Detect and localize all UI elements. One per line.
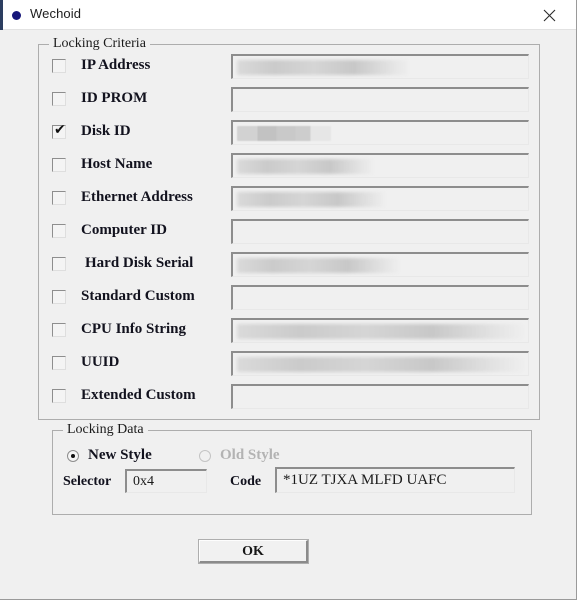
checkbox-ethernet-address[interactable]: [52, 191, 66, 205]
radio-old-style-indicator: [199, 449, 211, 462]
criteria-label: Standard Custom: [81, 288, 195, 304]
criteria-label: Hard Disk Serial: [85, 255, 194, 271]
locking-data-group: Locking Data New Style Old Style Selecto…: [52, 422, 532, 515]
criteria-value-input[interactable]: [231, 351, 529, 376]
redacted-value: [237, 324, 524, 339]
blue-dot-icon: [12, 11, 21, 20]
code-label: Code: [230, 474, 262, 489]
criteria-label: Host Name: [81, 156, 153, 172]
criteria-value-input[interactable]: [231, 318, 529, 343]
code-input[interactable]: *1UZ TJXA MLFD UAFC: [275, 467, 515, 493]
criteria-row: IP Address: [39, 54, 539, 80]
criteria-label: IP Address: [81, 57, 151, 73]
criteria-value-input[interactable]: [231, 120, 529, 145]
checkbox-hard-disk-serial[interactable]: [52, 257, 66, 271]
criteria-row: UUID: [39, 351, 539, 377]
criteria-row: Ethernet Address: [39, 186, 539, 212]
criteria-label: Extended Custom: [81, 387, 196, 403]
criteria-value-input[interactable]: [231, 87, 529, 112]
criteria-value-input[interactable]: [231, 252, 529, 277]
criteria-row: Computer ID: [39, 219, 539, 245]
checkbox-disk-id[interactable]: ✔: [52, 122, 66, 139]
criteria-value-input[interactable]: [231, 285, 529, 310]
criteria-row: Host Name: [39, 153, 539, 179]
checkbox-cpu-info-string[interactable]: [52, 323, 66, 337]
redacted-value: [237, 60, 409, 75]
window-accent-bar: [0, 0, 3, 30]
criteria-value-input[interactable]: [231, 186, 529, 211]
radio-new-style-indicator: [67, 449, 79, 462]
checkbox-host-name[interactable]: [52, 158, 66, 172]
criteria-value-input[interactable]: [231, 153, 529, 178]
locking-data-title: Locking Data: [63, 422, 148, 438]
locking-criteria-group: Locking Criteria IP Address ID PROM ✔ Disk …: [38, 36, 540, 420]
wechoid-window: Wechoid Locking Criteria IP Address ID PR…: [0, 0, 577, 600]
window-title: Wechoid: [30, 6, 82, 21]
selector-label: Selector: [63, 474, 112, 489]
checkbox-extended-custom[interactable]: [52, 389, 66, 403]
ok-button[interactable]: OK: [198, 539, 309, 564]
criteria-label: Disk ID: [81, 123, 131, 139]
criteria-value-input[interactable]: [231, 219, 529, 244]
criteria-label: UUID: [81, 354, 120, 370]
criteria-row: ID PROM: [39, 87, 539, 113]
criteria-value-input[interactable]: [231, 384, 529, 409]
redacted-value: [237, 258, 400, 273]
criteria-value-input[interactable]: [231, 54, 529, 79]
redacted-value: [237, 126, 332, 141]
close-icon[interactable]: [529, 0, 569, 30]
redacted-value: [237, 192, 385, 207]
criteria-row: Hard Disk Serial: [39, 252, 539, 278]
checkbox-ip-address[interactable]: [52, 59, 66, 73]
checkbox-uuid[interactable]: [52, 356, 66, 370]
criteria-label: CPU Info String: [81, 321, 187, 337]
checkbox-standard-custom[interactable]: [52, 290, 66, 304]
checkbox-id-prom[interactable]: [52, 92, 66, 106]
criteria-label: Computer ID: [81, 222, 167, 238]
redacted-value: [237, 159, 373, 174]
criteria-row: CPU Info String: [39, 318, 539, 344]
checkbox-computer-id[interactable]: [52, 224, 66, 238]
criteria-label: ID PROM: [81, 90, 148, 106]
radio-old-style-label: Old Style: [220, 447, 280, 463]
check-icon: ✔: [54, 122, 66, 138]
radio-old-style: Old Style: [199, 447, 280, 464]
criteria-row: Standard Custom: [39, 285, 539, 311]
locking-criteria-title: Locking Criteria: [49, 36, 150, 52]
redacted-value: [237, 357, 524, 372]
title-bar: Wechoid: [0, 0, 576, 30]
criteria-row: ✔ Disk ID: [39, 120, 539, 146]
criteria-row: Extended Custom: [39, 384, 539, 410]
selector-input[interactable]: 0x4: [125, 469, 207, 493]
radio-new-style[interactable]: New Style: [67, 447, 152, 464]
criteria-label: Ethernet Address: [81, 189, 193, 205]
radio-new-style-label: New Style: [88, 447, 152, 463]
